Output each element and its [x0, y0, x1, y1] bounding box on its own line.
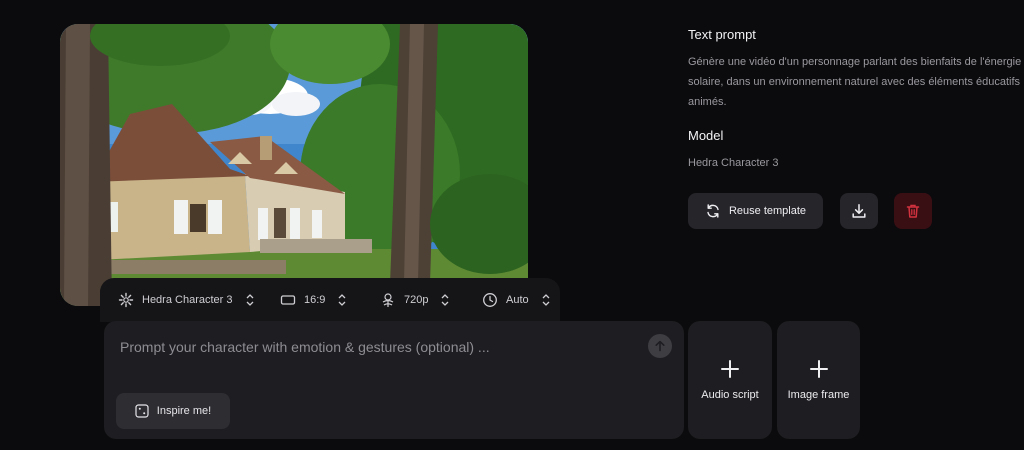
- arrow-up-icon: [655, 340, 665, 352]
- chevron-up-down-icon: [542, 294, 550, 306]
- aspect-ratio-label: 16:9: [304, 294, 326, 306]
- plus-icon: [809, 360, 828, 378]
- prompt-input-area[interactable]: Prompt your character with emotion & ges…: [104, 321, 684, 439]
- chevron-up-down-icon: [442, 294, 449, 306]
- resolution-label: 720p: [404, 294, 429, 306]
- duration-label: Auto: [506, 294, 529, 306]
- audio-script-label: Audio script: [701, 389, 759, 401]
- aspect-ratio-icon: [280, 295, 296, 305]
- send-button[interactable]: [648, 334, 672, 358]
- add-audio-script-button[interactable]: Audio script: [688, 321, 772, 439]
- text-prompt-heading: Text prompt: [688, 27, 756, 42]
- sparkle-logo-icon: [118, 292, 134, 308]
- download-button[interactable]: [840, 193, 878, 229]
- add-image-frame-button[interactable]: Image frame: [777, 321, 860, 439]
- inspire-me-label: Inspire me!: [156, 405, 212, 417]
- resolution-icon: [382, 293, 394, 307]
- chevron-up-down-icon: [338, 294, 346, 306]
- image-frame-label: Image frame: [787, 389, 850, 401]
- reuse-template-label: Reuse template: [728, 205, 807, 217]
- refresh-icon: [707, 204, 719, 218]
- resolution-selector[interactable]: 720p: [380, 292, 450, 308]
- prompt-input-placeholder[interactable]: Prompt your character with emotion & ges…: [120, 339, 490, 355]
- trash-icon: [906, 204, 920, 218]
- page: Hedra Character 3 16:9 720p Auto Prompt …: [0, 0, 1024, 450]
- plus-icon: [721, 360, 739, 378]
- clock-icon: [483, 293, 497, 307]
- inspire-me-button[interactable]: Inspire me!: [116, 393, 230, 429]
- chevron-up-down-icon: [246, 294, 253, 306]
- download-icon: [852, 204, 866, 218]
- model-selector[interactable]: Hedra Character 3: [118, 292, 255, 308]
- aspect-ratio-selector[interactable]: 16:9: [280, 292, 347, 308]
- model-value: Hedra Character 3: [688, 157, 779, 169]
- model-heading: Model: [688, 128, 724, 143]
- text-prompt-value: Génère une vidéo d'un personnage parlant…: [688, 56, 1022, 108]
- duration-selector[interactable]: Auto: [482, 292, 551, 308]
- model-selector-label: Hedra Character 3: [142, 294, 233, 306]
- preview-image[interactable]: [60, 24, 528, 306]
- house-scene-illustration: [60, 24, 528, 306]
- reuse-template-button[interactable]: Reuse template: [688, 193, 823, 229]
- generation-settings-bar: Hedra Character 3 16:9 720p Auto: [100, 278, 560, 322]
- delete-button[interactable]: [894, 193, 932, 229]
- dice-icon: [135, 404, 149, 418]
